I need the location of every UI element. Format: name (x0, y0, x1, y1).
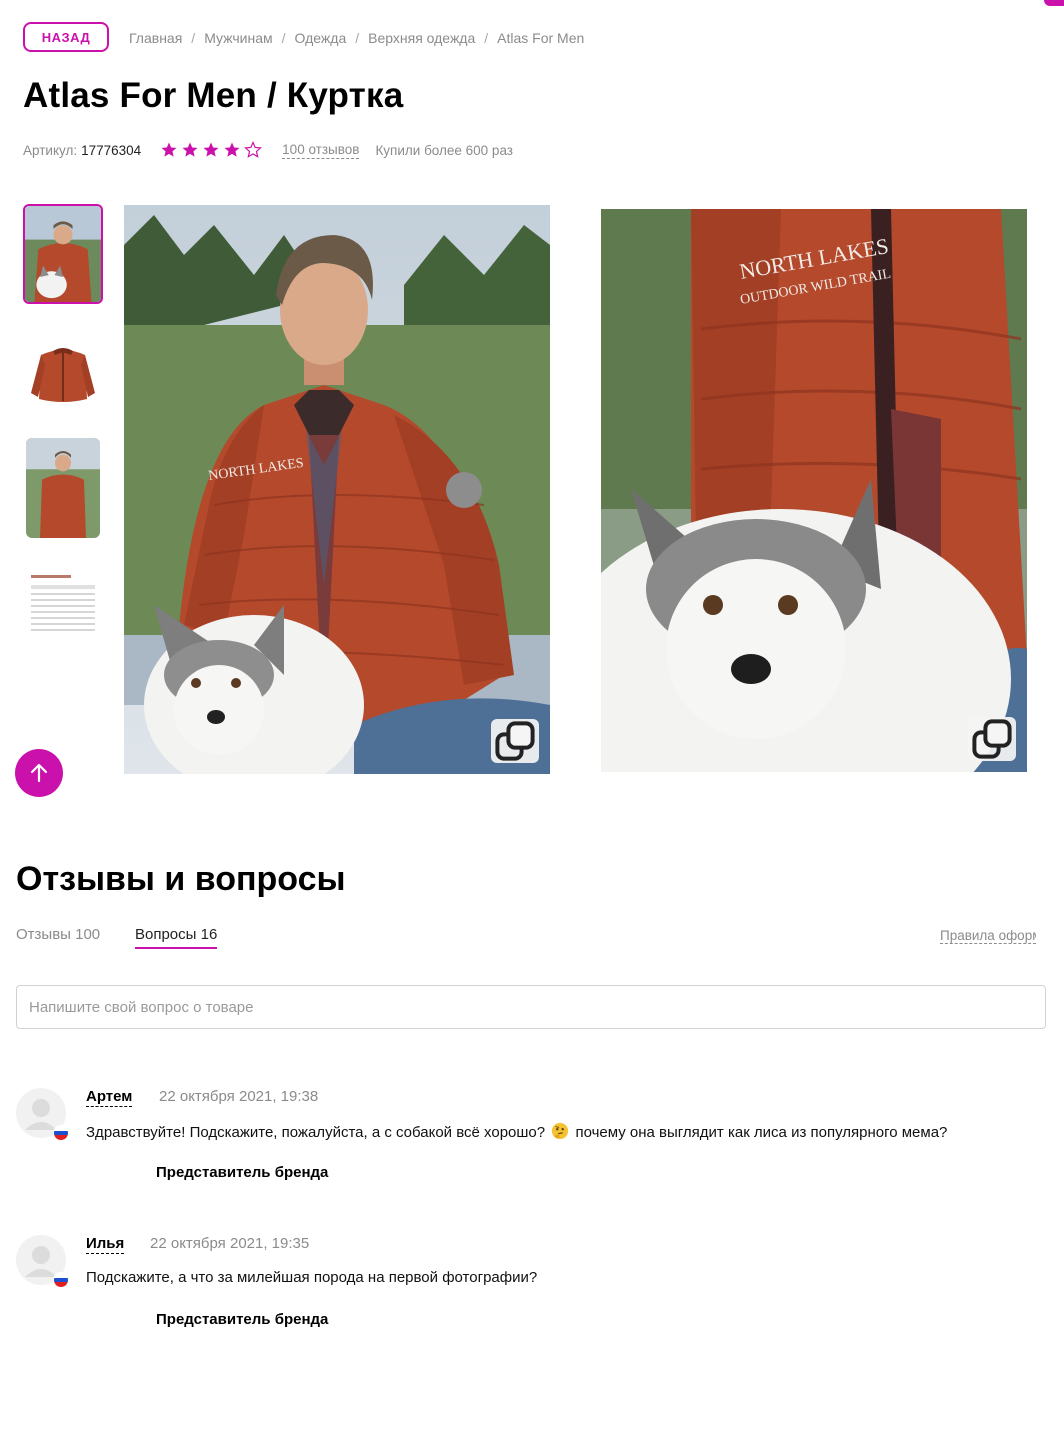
tab-reviews[interactable]: Отзывы 100 (16, 926, 100, 943)
rating-stars (159, 141, 264, 159)
arrow-up-icon (30, 763, 48, 783)
star-filled-icon (161, 142, 177, 157)
thinking-face-emoji (552, 1122, 569, 1140)
thumbnail-3[interactable] (26, 438, 100, 538)
question-author[interactable]: Артем (86, 1088, 133, 1107)
brand-representative-label: Представитель бренда (156, 1164, 329, 1181)
breadcrumb-outerwear[interactable]: Верхняя одежда (368, 30, 475, 46)
thumb-photo-jacket (23, 321, 103, 421)
tab-questions[interactable]: Вопросы 16 (135, 926, 218, 949)
reviews-link[interactable]: 100 отзывов (282, 142, 360, 159)
breadcrumb-separator: / (355, 30, 360, 46)
thumb-size-chart (23, 555, 103, 655)
thumbnail-4[interactable] (23, 555, 103, 655)
thumb-photo-man-dog (25, 206, 101, 302)
reviews-questions-title: Отзывы и вопросы (16, 860, 346, 898)
breadcrumb-separator: / (281, 30, 286, 46)
star-filled-icon (203, 142, 219, 157)
bought-count: Купили более 600 раз (375, 142, 513, 158)
thumbnail-1[interactable] (23, 204, 103, 304)
breadcrumb-separator: / (191, 30, 196, 46)
main-photo-2[interactable]: NORTH LAKES OUTDOOR WILD TRAIL (601, 209, 1027, 772)
copy-image-button[interactable] (968, 717, 1016, 761)
breadcrumb-clothing[interactable]: Одежда (295, 30, 347, 46)
scroll-to-top-button[interactable] (15, 749, 63, 797)
article-label: Артикул: (23, 142, 78, 158)
product-meta: Артикул: 17776304 100 отзывов Купили бол… (23, 141, 513, 159)
breadcrumb-brand[interactable]: Atlas For Men (497, 30, 584, 46)
star-empty-icon (244, 141, 263, 158)
question-input[interactable] (16, 985, 1046, 1029)
star-filled-icon (224, 142, 240, 157)
breadcrumb-separator: / (484, 30, 489, 46)
question-date: 22 октября 2021, 19:38 (159, 1088, 319, 1105)
main-photo-1[interactable]: NORTH LAKES (124, 205, 550, 774)
copy-icon (972, 719, 1012, 759)
copy-icon (495, 721, 535, 761)
photo-dog-closeup: NORTH LAKES OUTDOOR WILD TRAIL (601, 209, 1027, 772)
question-text: Здравствуйте! Подскажите, пожалуйста, а … (86, 1122, 948, 1141)
breadcrumb: Главная / Мужчинам / Одежда / Верхняя од… (129, 30, 584, 46)
flag-russia-icon (53, 1125, 69, 1141)
question-text: Подскажите, а что за милейшая порода на … (86, 1269, 538, 1286)
breadcrumb-home[interactable]: Главная (129, 30, 182, 46)
question-author[interactable]: Илья (86, 1235, 125, 1254)
question-date: 22 октября 2021, 19:35 (150, 1235, 310, 1252)
rules-link[interactable]: Правила оформления (940, 928, 1036, 944)
photo-man-with-dog: NORTH LAKES (124, 205, 550, 774)
thumb-photo-man-standing (26, 438, 100, 538)
brand-representative-label: Представитель бренда (156, 1311, 329, 1328)
copy-image-button[interactable] (491, 719, 539, 763)
thumbnail-2[interactable] (23, 321, 103, 421)
star-filled-icon (182, 142, 198, 157)
back-button[interactable]: НАЗАД (23, 22, 109, 52)
flag-russia-icon (53, 1272, 69, 1288)
page-title: Atlas For Men / Куртка (23, 76, 404, 115)
article-value: 17776304 (81, 142, 142, 158)
breadcrumb-men[interactable]: Мужчинам (204, 30, 272, 46)
top-accent (0, 0, 1064, 6)
